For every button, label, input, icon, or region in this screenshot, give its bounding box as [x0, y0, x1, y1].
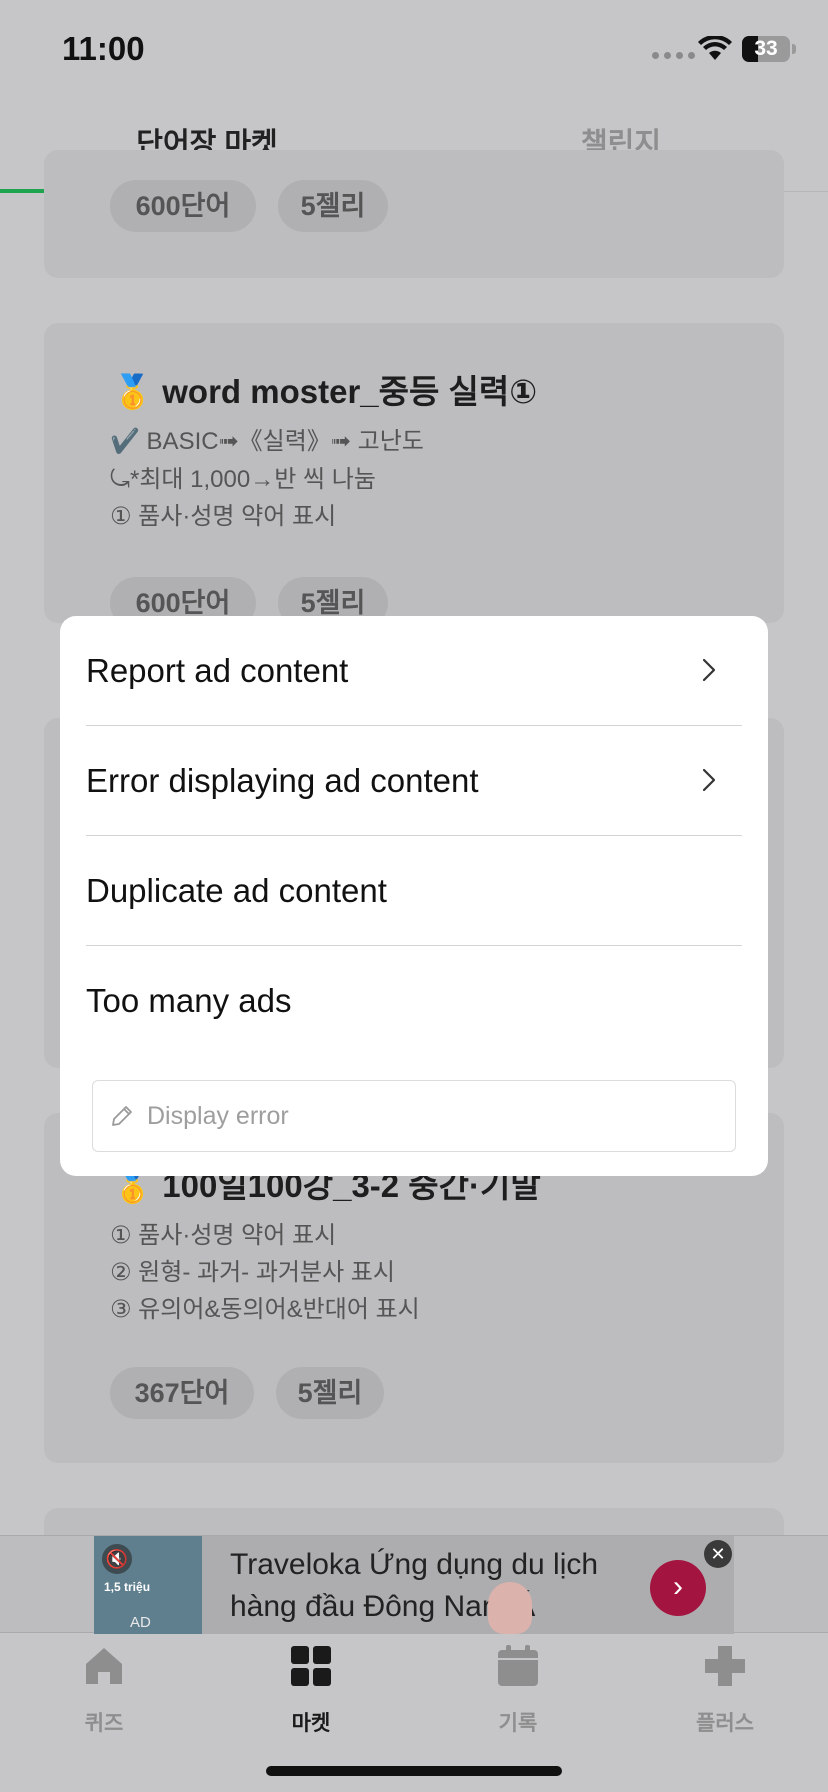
status-bar: 11:00 33	[0, 0, 828, 100]
plus-icon	[705, 1646, 745, 1686]
ad-feedback-dialog: Report ad content Error displaying ad co…	[60, 616, 768, 1176]
word-count-chip: 367단어	[110, 1367, 254, 1419]
menu-item-label: Duplicate ad content	[86, 872, 387, 909]
price-chip: 5젤리	[278, 180, 388, 232]
hand-pointer-icon	[488, 1582, 532, 1634]
wordbook-card[interactable]: 600단어 5젤리	[44, 150, 784, 278]
grid-icon	[291, 1646, 331, 1686]
home-icon	[86, 1648, 122, 1684]
ad-banner[interactable]: 🔇 1,5 triệu AD Traveloka Ứng dụng du lịc…	[0, 1535, 828, 1634]
word-count-chip: 600단어	[110, 180, 256, 232]
card-description-line: ✔️ BASIC➟《실력》➟ 고난도	[110, 428, 424, 455]
nav-item-plus[interactable]: 플러스	[655, 1644, 795, 1737]
nav-label: 플러스	[696, 1712, 754, 1735]
display-error-input[interactable]	[147, 1081, 717, 1151]
display-error-field[interactable]	[92, 1080, 736, 1152]
menu-item-report-ad[interactable]: Report ad content	[86, 616, 742, 726]
ad-text[interactable]: Traveloka Ứng dụng du lịch hàng đầu Đông…	[230, 1544, 630, 1628]
status-time: 11:00	[62, 30, 145, 67]
menu-item-duplicate-ad[interactable]: Duplicate ad content	[86, 836, 742, 946]
card-description-line: ① 품사·성명 약어 표시	[110, 503, 337, 530]
pencil-icon	[112, 1106, 132, 1126]
chevron-right-icon[interactable]: ›	[650, 1560, 706, 1616]
nav-label: 기록	[498, 1712, 538, 1735]
nav-item-quiz[interactable]: 퀴즈	[34, 1644, 174, 1737]
ad-thumbnail[interactable]: 🔇 1,5 triệu AD	[94, 1536, 202, 1634]
menu-item-label: Error displaying ad content	[86, 762, 479, 799]
battery-level: 33	[754, 37, 778, 60]
nav-item-records[interactable]: 기록	[448, 1644, 588, 1737]
ad-thumb-price: 1,5 triệu	[104, 1580, 151, 1594]
battery-icon: 33	[742, 36, 790, 62]
chevron-right-icon	[702, 658, 716, 682]
menu-item-too-many-ads[interactable]: Too many ads	[86, 946, 742, 1056]
cellular-signal-icon	[652, 52, 695, 59]
nav-item-market[interactable]: 마켓	[241, 1644, 381, 1737]
wordbook-card[interactable]: 🥇 word moster_중등 실력① ✔️ BASIC➟《실력》➟ 고난도 …	[44, 323, 784, 629]
menu-item-label: Too many ads	[86, 982, 292, 1019]
card-description-line: ② 원형- 과거- 과거분사 표시	[110, 1259, 395, 1286]
card-description-line: ③ 유의어&동의어&반대어 표시	[110, 1296, 420, 1323]
menu-item-label: Report ad content	[86, 652, 349, 689]
nav-label: 마켓	[291, 1712, 331, 1735]
home-indicator	[266, 1766, 562, 1776]
close-icon[interactable]: ✕	[704, 1540, 732, 1568]
price-chip: 5젤리	[276, 1367, 384, 1419]
card-description-line: ① 품사·성명 약어 표시	[110, 1222, 337, 1249]
ad-label: AD	[130, 1614, 151, 1631]
card-description-line: ⤿*최대 1,000→반 씩 나눔	[110, 466, 376, 493]
card-title: 🥇 word moster_중등 실력①	[112, 373, 538, 410]
chevron-right-icon	[702, 768, 716, 792]
mute-icon[interactable]: 🔇	[102, 1544, 132, 1574]
nav-label: 퀴즈	[84, 1712, 124, 1735]
wifi-icon	[698, 36, 732, 60]
calendar-icon	[498, 1645, 538, 1686]
menu-item-error-displaying[interactable]: Error displaying ad content	[86, 726, 742, 836]
